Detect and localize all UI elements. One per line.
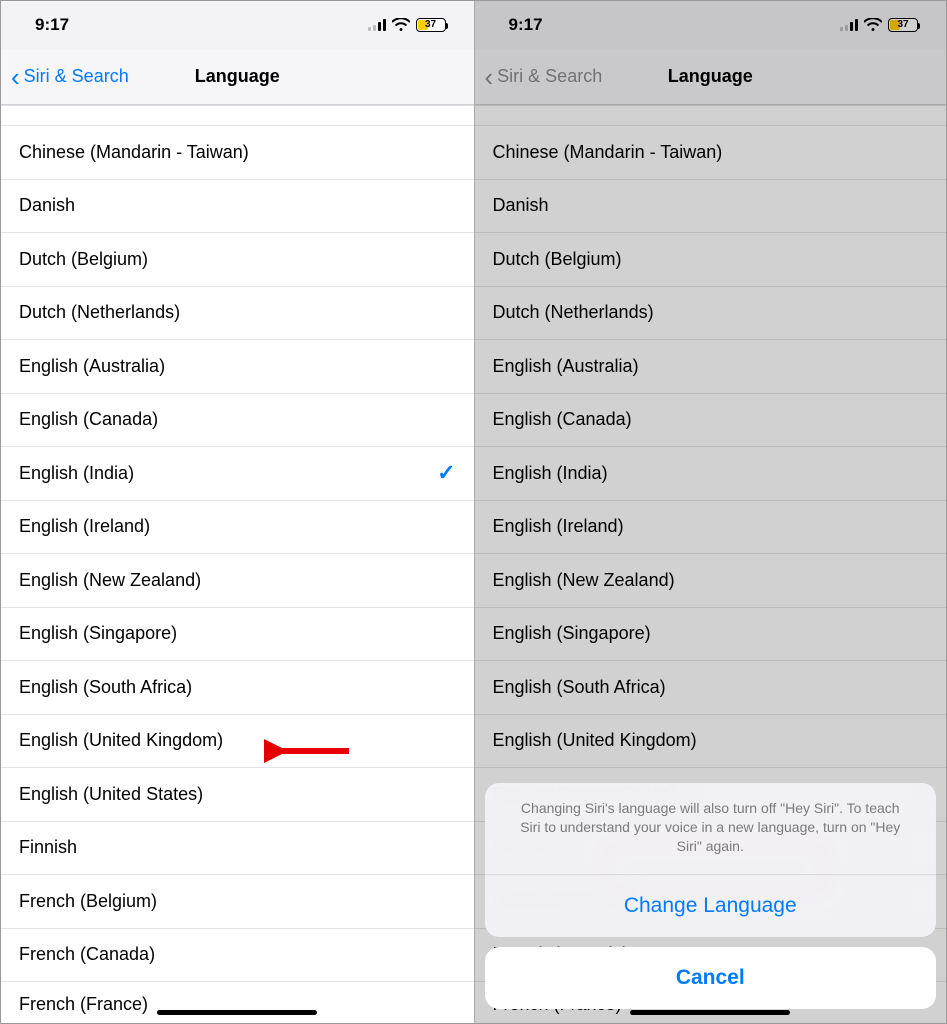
list-item[interactable]: English (Ireland) bbox=[1, 501, 474, 555]
list-item[interactable]: Dutch (Netherlands) bbox=[1, 287, 474, 341]
battery-icon: 37 bbox=[416, 18, 446, 32]
screenshot-right: 9:17 37 ‹ Siri & Search Language Chinese… bbox=[474, 1, 947, 1023]
checkmark-icon: ✓ bbox=[437, 460, 455, 486]
list-item[interactable]: English (Singapore) bbox=[475, 608, 947, 662]
list-item[interactable]: English (Australia) bbox=[475, 340, 947, 394]
list-item[interactable]: French (France) bbox=[1, 982, 474, 1023]
nav-bar: ‹ Siri & Search Language bbox=[475, 49, 947, 105]
list-item[interactable]: French (Canada) bbox=[1, 929, 474, 983]
battery-icon: 37 bbox=[888, 18, 918, 32]
list-item[interactable]: English (Canada) bbox=[1, 394, 474, 448]
chevron-left-icon: ‹ bbox=[11, 64, 20, 90]
list-item-selected[interactable]: English (India)✓ bbox=[1, 447, 474, 501]
cancel-button[interactable]: Cancel bbox=[485, 947, 937, 1009]
back-label: Siri & Search bbox=[497, 66, 602, 87]
list-item[interactable]: Chinese (Mandarin - Taiwan) bbox=[475, 126, 947, 180]
wifi-icon bbox=[392, 18, 410, 32]
status-time: 9:17 bbox=[35, 15, 69, 35]
status-icons: 37 bbox=[840, 18, 918, 32]
list-item[interactable]: Chinese (Mandarin - Taiwan) bbox=[1, 126, 474, 180]
action-sheet-message: Changing Siri's language will also turn … bbox=[485, 783, 937, 875]
status-time: 9:17 bbox=[509, 15, 543, 35]
list-item[interactable]: Chinese (Mandarin - China mainland) bbox=[1, 106, 474, 126]
list-item[interactable]: English (India) bbox=[475, 447, 947, 501]
action-sheet-group: Changing Siri's language will also turn … bbox=[485, 783, 937, 937]
battery-percent: 37 bbox=[417, 19, 445, 31]
list-item[interactable]: English (United Kingdom) bbox=[1, 715, 474, 769]
list-item[interactable]: Chinese (Mandarin - China mainland) bbox=[475, 106, 947, 126]
list-item[interactable]: Dutch (Belgium) bbox=[475, 233, 947, 287]
list-item[interactable]: English (Australia) bbox=[1, 340, 474, 394]
back-button[interactable]: ‹ Siri & Search bbox=[475, 64, 603, 90]
list-item[interactable]: English (United Kingdom) bbox=[475, 715, 947, 769]
back-label: Siri & Search bbox=[24, 66, 129, 87]
list-item[interactable]: Dutch (Netherlands) bbox=[475, 287, 947, 341]
nav-bar: ‹ Siri & Search Language bbox=[1, 49, 474, 105]
list-item[interactable]: English (South Africa) bbox=[475, 661, 947, 715]
language-list[interactable]: Chinese (Mandarin - China mainland) Chin… bbox=[1, 105, 474, 1023]
home-indicator[interactable] bbox=[157, 1010, 317, 1015]
chevron-left-icon: ‹ bbox=[485, 64, 494, 90]
list-item[interactable]: English (Singapore) bbox=[1, 608, 474, 662]
wifi-icon bbox=[864, 18, 882, 32]
status-bar: 9:17 37 bbox=[475, 1, 947, 49]
list-item[interactable]: English (Ireland) bbox=[475, 501, 947, 555]
list-item[interactable]: English (New Zealand) bbox=[475, 554, 947, 608]
cellular-signal-icon bbox=[368, 19, 386, 31]
list-item[interactable]: Danish bbox=[475, 180, 947, 234]
home-indicator[interactable] bbox=[630, 1010, 790, 1015]
list-item[interactable]: French (Belgium) bbox=[1, 875, 474, 929]
status-icons: 37 bbox=[368, 18, 446, 32]
status-bar: 9:17 37 bbox=[1, 1, 474, 49]
change-language-button[interactable]: Change Language bbox=[485, 875, 937, 937]
list-item[interactable]: Finnish bbox=[1, 822, 474, 876]
list-item[interactable]: Dutch (Belgium) bbox=[1, 233, 474, 287]
list-item[interactable]: Danish bbox=[1, 180, 474, 234]
list-item[interactable]: English (South Africa) bbox=[1, 661, 474, 715]
action-sheet: Changing Siri's language will also turn … bbox=[485, 783, 937, 1009]
list-item[interactable]: English (United States) bbox=[1, 768, 474, 822]
cellular-signal-icon bbox=[840, 19, 858, 31]
screenshot-left: 9:17 37 ‹ Siri & Search Language Chinese… bbox=[1, 1, 474, 1023]
list-item[interactable]: English (Canada) bbox=[475, 394, 947, 448]
battery-percent: 37 bbox=[889, 19, 917, 31]
back-button[interactable]: ‹ Siri & Search bbox=[1, 64, 129, 90]
list-item[interactable]: English (New Zealand) bbox=[1, 554, 474, 608]
